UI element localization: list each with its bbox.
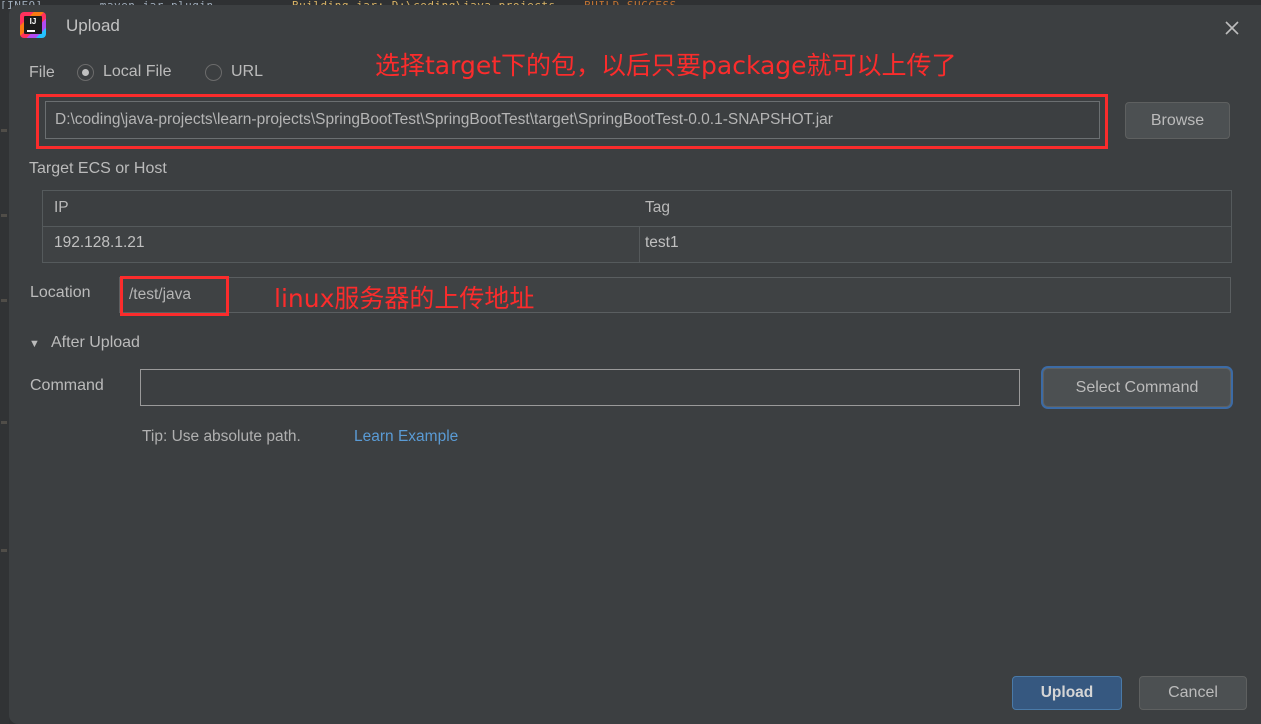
learn-example-link[interactable]: Learn Example: [354, 428, 458, 446]
tip-text: Tip: Use absolute path.: [142, 428, 301, 445]
page-title: Upload: [66, 16, 120, 35]
radio-local-file[interactable]: Local File: [77, 63, 171, 81]
close-icon[interactable]: [1215, 12, 1249, 42]
radio-url[interactable]: URL: [205, 63, 263, 81]
annotation-text-target: 选择target下的包，以后只要package就可以上传了: [375, 51, 957, 80]
annotation-text-location: linux服务器的上传地址: [274, 284, 535, 313]
table-header-row: IP Tag: [43, 191, 1231, 227]
file-label: File: [29, 64, 55, 81]
radio-local-file-label: Local File: [103, 63, 172, 80]
target-host-table[interactable]: IP Tag 192.128.1.21 test1: [42, 190, 1232, 263]
radio-url-label: URL: [231, 63, 264, 80]
file-path-input[interactable]: D:\coding\java-projects\learn-projects\S…: [45, 101, 1100, 139]
ide-left-gutter: [0, 9, 9, 724]
radio-selected-icon: [77, 63, 94, 81]
intellij-idea-icon: IJ: [20, 12, 46, 38]
target-host-label: Target ECS or Host: [29, 160, 167, 177]
location-label: Location: [30, 284, 91, 301]
table-row[interactable]: 192.128.1.21 test1: [43, 227, 1231, 262]
command-input[interactable]: [140, 369, 1020, 406]
select-command-button[interactable]: Select Command: [1043, 368, 1231, 407]
after-upload-title: After Upload: [51, 334, 140, 351]
column-header-ip: IP: [54, 199, 69, 216]
radio-unselected-icon: [205, 63, 222, 81]
upload-button[interactable]: Upload: [1012, 676, 1122, 710]
cancel-button[interactable]: Cancel: [1139, 676, 1247, 710]
cell-ip: 192.128.1.21: [54, 234, 145, 251]
column-separator: [639, 227, 640, 262]
upload-dialog: IJ Upload File Local File URL D:\coding\…: [9, 5, 1261, 724]
cell-tag: test1: [645, 234, 679, 251]
triangle-down-icon[interactable]: ▼: [29, 335, 47, 353]
column-header-tag: Tag: [645, 199, 670, 216]
command-label: Command: [30, 377, 104, 394]
browse-button[interactable]: Browse: [1125, 102, 1230, 139]
dialog-titlebar: IJ Upload: [9, 5, 1261, 49]
